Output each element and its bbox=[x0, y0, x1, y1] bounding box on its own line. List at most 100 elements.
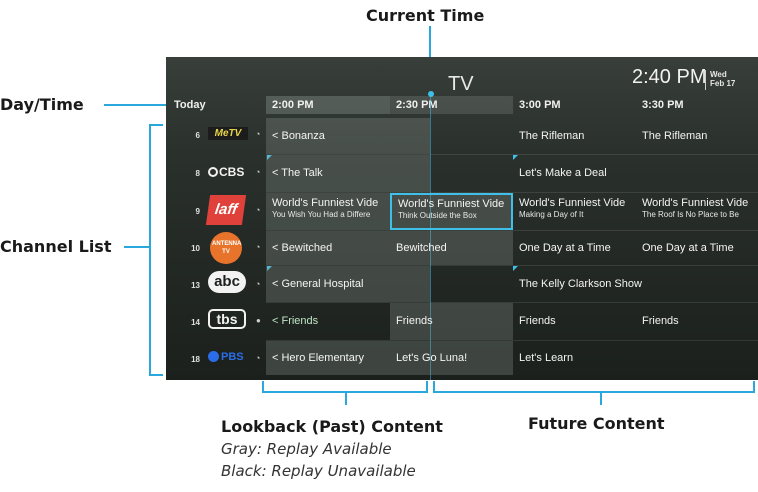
program-title: < Bewitched bbox=[272, 242, 333, 254]
screen-date-value: Feb 17 bbox=[710, 79, 736, 88]
lookback-annotation: Lookback (Past) Content bbox=[221, 417, 443, 436]
info-icon[interactable]: ◔ bbox=[255, 242, 260, 252]
channel-number: 9 bbox=[195, 207, 200, 216]
program-title: Bewitched bbox=[396, 242, 447, 254]
program-title: One Day at a Time bbox=[519, 242, 611, 254]
program-cell-past[interactable]: Bewitched bbox=[390, 231, 513, 265]
program-title: Friends bbox=[642, 315, 679, 327]
episode-title: Making a Day of It bbox=[519, 210, 584, 219]
program-title: The Kelly Clarkson Show bbox=[519, 278, 642, 290]
program-cell-past[interactable]: < Hero Elementary bbox=[266, 341, 390, 375]
program-cell[interactable]: The Rifleman bbox=[636, 118, 758, 154]
screen-title: TV bbox=[448, 73, 474, 95]
program-cell-past-unavailable[interactable]: < Friends bbox=[266, 303, 390, 340]
channel-number: 18 bbox=[191, 355, 200, 364]
lookback-gray-note: Gray: Replay Available bbox=[221, 440, 392, 458]
channel-list-bracket-vertical bbox=[149, 124, 151, 376]
program-title: < General Hospital bbox=[272, 278, 364, 290]
screen-day: Wed bbox=[710, 70, 727, 79]
program-cell-past[interactable]: Let's Go Luna! bbox=[390, 341, 513, 375]
abc-logo-text: abc bbox=[214, 273, 240, 290]
program-cell-past[interactable]: < General Hospital bbox=[266, 266, 430, 302]
program-title: World's Funniest Vide bbox=[398, 198, 505, 210]
program-cell[interactable]: The Kelly Clarkson Show bbox=[513, 266, 758, 302]
episode-title: The Roof Is No Place to Be bbox=[642, 210, 739, 219]
program-cell[interactable]: World's Funniest Vide Making a Day of It bbox=[513, 193, 636, 230]
episode-title: You Wish You Had a Differe bbox=[272, 210, 371, 219]
program-title: The Rifleman bbox=[519, 130, 585, 142]
metv-logo[interactable]: MeTV bbox=[208, 127, 248, 140]
day-time-annotation: Day/Time bbox=[0, 95, 84, 114]
today-label: Today bbox=[174, 99, 206, 111]
channel-number: 13 bbox=[191, 281, 200, 290]
program-title: Friends bbox=[519, 315, 556, 327]
antenna-tv-logo-text: ANTENNA TV bbox=[212, 241, 242, 255]
tbs-logo-text: tbs bbox=[216, 311, 238, 327]
lookback-black-note: Black: Replay Unavailable bbox=[221, 462, 416, 480]
day-time-line bbox=[104, 104, 166, 106]
program-cell[interactable]: World's Funniest Vide The Roof Is No Plac… bbox=[636, 193, 758, 230]
record-indicator-icon: ● bbox=[256, 316, 261, 325]
program-title: World's Funniest Vide bbox=[272, 197, 379, 209]
info-icon[interactable]: ◔ bbox=[255, 279, 260, 289]
tbs-logo[interactable]: tbs bbox=[208, 309, 246, 329]
program-cell-past[interactable]: < Bewitched bbox=[266, 231, 390, 265]
program-cell[interactable]: Let's Make a Deal bbox=[513, 155, 758, 192]
program-title: The Rifleman bbox=[642, 130, 708, 142]
channel-list-bracket-bottom bbox=[149, 374, 163, 376]
info-icon[interactable]: ◔ bbox=[255, 353, 260, 363]
channel-list-bracket-stem bbox=[124, 246, 149, 248]
current-time-annotation: Current Time bbox=[366, 6, 485, 25]
cbs-eye-icon bbox=[208, 167, 218, 177]
laff-logo-text: laff bbox=[213, 201, 239, 218]
future-bracket bbox=[433, 391, 755, 393]
channel-number: 10 bbox=[191, 244, 200, 253]
time-slot-300[interactable]: 3:00 PM bbox=[513, 96, 636, 114]
program-title: One Day at a Time bbox=[642, 242, 734, 254]
program-cell[interactable]: One Day at a Time bbox=[513, 231, 636, 265]
program-cell[interactable]: Let's Learn bbox=[513, 341, 758, 375]
channel-number: 14 bbox=[191, 318, 200, 327]
clock-separator bbox=[705, 70, 706, 90]
lookback-bracket bbox=[426, 381, 428, 393]
time-slot-200[interactable]: 2:00 PM bbox=[266, 96, 390, 114]
info-icon[interactable]: ◔ bbox=[255, 129, 260, 139]
program-title: Friends bbox=[396, 315, 433, 327]
info-icon[interactable]: ◔ bbox=[255, 167, 260, 177]
pbs-logo-text: PBS bbox=[221, 351, 244, 363]
program-title: Let's Make a Deal bbox=[519, 167, 607, 179]
program-title: < Friends bbox=[272, 315, 319, 327]
screen-clock: 2:40 PM bbox=[632, 66, 707, 88]
current-time-marker bbox=[428, 91, 434, 97]
program-cell[interactable]: One Day at a Time bbox=[636, 231, 758, 265]
lookback-bracket-stem bbox=[345, 391, 347, 405]
program-title: World's Funniest Vide bbox=[519, 197, 626, 209]
future-bracket bbox=[753, 381, 755, 393]
laff-logo[interactable]: laff bbox=[205, 195, 247, 225]
time-slot-230[interactable]: 2:30 PM bbox=[390, 96, 513, 114]
cbs-logo[interactable]: CBS bbox=[208, 165, 250, 179]
pbs-head-icon bbox=[208, 351, 219, 362]
channel-list-bracket-top bbox=[149, 124, 163, 126]
program-title: Let's Learn bbox=[519, 352, 574, 364]
future-annotation: Future Content bbox=[528, 414, 665, 433]
program-title: < Bonanza bbox=[272, 130, 325, 142]
program-cell-past[interactable]: < Bonanza bbox=[266, 118, 430, 154]
program-title: < Hero Elementary bbox=[272, 352, 365, 364]
antenna-tv-logo[interactable]: ANTENNA TV bbox=[210, 232, 242, 264]
pbs-logo[interactable]: PBS bbox=[208, 350, 252, 364]
program-cell[interactable]: Friends bbox=[636, 303, 758, 340]
program-title: Let's Go Luna! bbox=[396, 352, 468, 364]
program-cell-past[interactable]: World's Funniest Vide You Wish You Had a … bbox=[266, 193, 390, 230]
time-slot-330[interactable]: 3:30 PM bbox=[636, 96, 758, 114]
program-cell-past[interactable]: < The Talk bbox=[266, 155, 430, 192]
metv-logo-text: MeTV bbox=[214, 128, 242, 139]
program-title: World's Funniest Vide bbox=[642, 197, 749, 209]
program-cell[interactable]: The Rifleman bbox=[513, 118, 636, 154]
program-cell[interactable]: Friends bbox=[513, 303, 636, 340]
info-icon[interactable]: ◔ bbox=[255, 205, 260, 215]
screen-date: Wed Feb 17 bbox=[710, 70, 735, 88]
abc-logo[interactable]: abc bbox=[208, 271, 246, 293]
program-cell-past[interactable]: Friends bbox=[390, 303, 513, 340]
program-cell-selected[interactable]: World's Funniest Vide Think Outside the B… bbox=[390, 193, 513, 230]
